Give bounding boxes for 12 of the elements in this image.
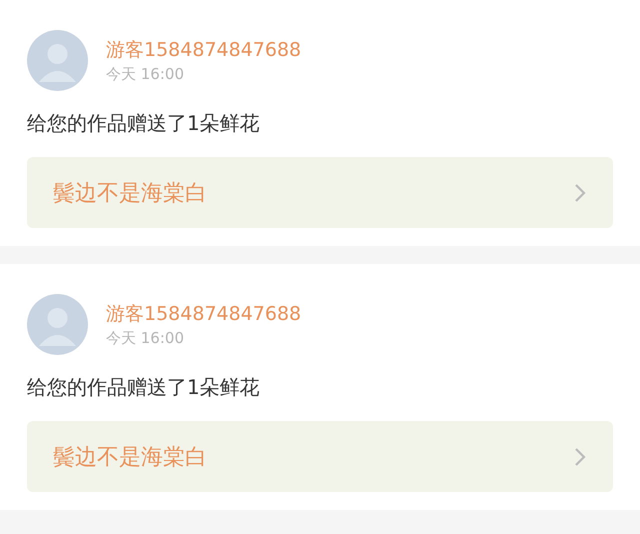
timestamp: 今天 16:00: [106, 328, 185, 348]
chevron-right-icon: [573, 182, 587, 204]
timestamp: 今天 16:00: [106, 64, 185, 84]
notification-message: 给您的作品赠送了1朵鲜花: [27, 374, 261, 401]
chevron-right-icon: [573, 446, 587, 468]
work-link[interactable]: 鬓边不是海棠白: [27, 421, 613, 492]
notification-message: 给您的作品赠送了1朵鲜花: [27, 110, 261, 137]
work-link[interactable]: 鬓边不是海棠白: [27, 157, 613, 228]
avatar-icon: [27, 30, 88, 91]
user-name[interactable]: 游客1584874847688: [106, 302, 302, 326]
user-name[interactable]: 游客1584874847688: [106, 38, 302, 62]
avatar-icon: [27, 294, 88, 355]
